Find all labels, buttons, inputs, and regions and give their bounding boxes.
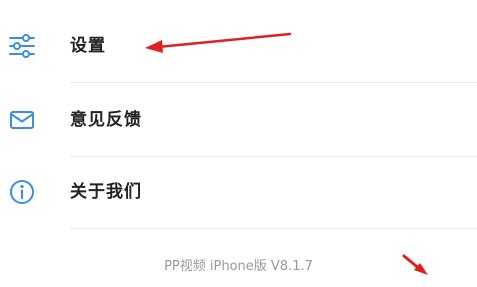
info-icon bbox=[8, 178, 36, 206]
menu-item-settings[interactable]: 设置 bbox=[0, 10, 477, 82]
menu-item-label: 设置 bbox=[70, 36, 106, 56]
settings-sliders-icon bbox=[8, 32, 36, 60]
mail-icon bbox=[8, 106, 36, 134]
divider bbox=[70, 228, 477, 229]
divider bbox=[70, 82, 477, 83]
menu-item-label: 关于我们 bbox=[70, 182, 142, 202]
app-version-text: PP视频 iPhone版 V8.1.7 bbox=[164, 259, 313, 274]
menu-item-feedback[interactable]: 意见反馈 bbox=[0, 84, 477, 156]
menu-item-about[interactable]: 关于我们 bbox=[0, 156, 477, 228]
menu-item-label: 意见反馈 bbox=[70, 110, 142, 130]
